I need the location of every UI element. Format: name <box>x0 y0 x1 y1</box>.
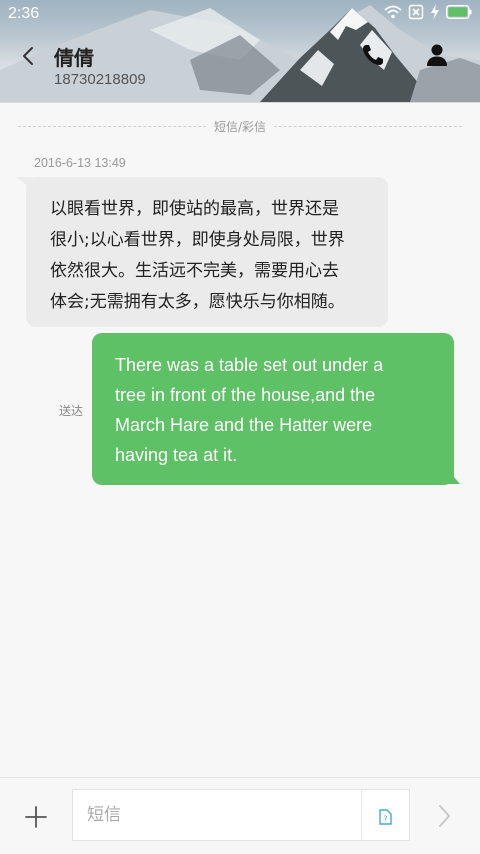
incoming-line: 体会;无需拥有太多，愿快乐与你相随。 <box>50 292 345 312</box>
status-icons <box>384 4 472 20</box>
message-input[interactable] <box>73 790 361 840</box>
outgoing-message-bubble[interactable]: There was a table set out under a tree i… <box>92 333 454 485</box>
sim-blocked-icon <box>408 4 424 20</box>
outgoing-line: There was a table set out under a <box>115 355 384 375</box>
outgoing-bubble-tail <box>448 470 460 484</box>
incoming-line: 以眼看世界，即使站的最高，世界还是 <box>50 199 339 219</box>
divider-label: 短信/彩信 <box>205 120 275 134</box>
outgoing-line: having tea at it. <box>115 445 238 465</box>
message-timestamp: 2016-6-13 13:49 <box>34 156 126 170</box>
wifi-icon <box>384 5 402 19</box>
contact-name: 倩倩 <box>54 46 94 70</box>
status-time: 2:36 <box>8 5 40 22</box>
back-icon[interactable] <box>14 40 44 72</box>
battery-icon <box>446 5 472 19</box>
add-icon[interactable] <box>22 803 50 831</box>
charging-icon <box>431 4 439 20</box>
contact-number: 18730218809 <box>54 71 146 88</box>
sim-card-icon[interactable]: ? <box>375 807 395 827</box>
status-bar: 2:36 <box>0 0 480 28</box>
send-icon[interactable] <box>432 801 456 831</box>
input-separator <box>361 790 362 840</box>
outgoing-line: tree in front of the house,and the <box>115 385 376 405</box>
incoming-line: 依然很大。生活远不完美，需要用心去 <box>50 261 339 281</box>
message-input-box: ? <box>72 789 410 841</box>
phone-icon[interactable] <box>360 42 386 68</box>
svg-text:?: ? <box>383 815 387 824</box>
delivery-status: 送达 <box>59 404 84 418</box>
profile-icon[interactable] <box>424 42 450 68</box>
conversation-header: 2:36 倩倩 18730218809 <box>0 0 480 103</box>
outgoing-line: March Hare and the Hatter were <box>115 415 373 435</box>
message-type-divider: 短信/彩信 <box>18 118 462 136</box>
incoming-line: 很小;以心看世界，即使身处局限，世界 <box>50 230 345 250</box>
incoming-message-bubble[interactable]: 以眼看世界，即使站的最高，世界还是 很小;以心看世界，即使身处局限，世界 依然很… <box>26 177 388 327</box>
